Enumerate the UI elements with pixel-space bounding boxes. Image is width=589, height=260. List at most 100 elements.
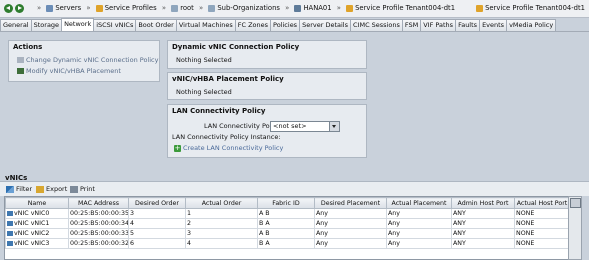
tab-vif-paths[interactable]: VIF Paths	[420, 19, 457, 31]
export-icon	[36, 185, 44, 193]
breadcrumb-hana01[interactable]: HANA01	[294, 4, 332, 12]
tab-iscsi-vnics[interactable]: iSCSI vNICs	[93, 19, 137, 31]
table-cell: A B	[257, 208, 315, 219]
forward-arrow-icon[interactable]	[15, 4, 25, 13]
actions-title: Actions	[13, 43, 43, 51]
service-profile-icon	[476, 4, 484, 12]
placement-icon	[17, 68, 24, 74]
table-cell: NONE	[514, 218, 569, 229]
column-header[interactable]: Desired Order	[128, 197, 186, 209]
table-row[interactable]: vNIC vNIC3 00:25:B5:00:00:32 6 4 B A Any…	[5, 238, 569, 249]
table-cell: Any	[314, 228, 387, 239]
table-row[interactable]: vNIC vNIC1 00:25:B5:00:00:34 4 2 B A Any…	[5, 218, 569, 229]
tab-faults[interactable]: Faults	[455, 19, 481, 31]
tab-virtual-machines[interactable]: Virtual Machines	[175, 19, 236, 31]
tab-storage[interactable]: Storage	[30, 19, 63, 31]
tab-network[interactable]: Network	[61, 18, 95, 31]
table-cell: ANY	[451, 218, 515, 229]
tab-general[interactable]: General	[0, 19, 32, 31]
table-header-row: Name MAC Address Desired Order Actual Or…	[5, 197, 569, 209]
table-cell: vNIC vNIC3	[5, 238, 69, 249]
service-profile-icon	[95, 4, 103, 12]
column-header[interactable]: Actual Order	[185, 197, 258, 209]
table-cell: Any	[386, 228, 452, 239]
table-cell: vNIC vNIC2	[5, 228, 69, 239]
table-cell: 00:25:B5:00:00:33	[68, 228, 129, 239]
table-cell: B A	[257, 218, 315, 229]
column-header[interactable]: Actual Placement	[386, 197, 452, 209]
table-cell: 2	[185, 218, 258, 229]
dynamic-policy-icon	[17, 57, 24, 63]
tab-cimc-sessions[interactable]: CIMC Sessions	[350, 19, 403, 31]
breadcrumb-separator: »	[336, 4, 341, 12]
column-header[interactable]: Fabric ID	[257, 197, 315, 209]
lan-policy-select[interactable]: <not set>	[270, 121, 340, 132]
tab-events[interactable]: Events	[479, 19, 508, 31]
breadcrumb-separator: »	[199, 4, 204, 12]
table-cell: 00:25:B5:00:00:35	[68, 208, 129, 219]
tab-policies[interactable]: Policies	[270, 19, 301, 31]
breadcrumb-servers[interactable]: Servers	[46, 4, 81, 12]
tab-vmedia-policy[interactable]: vMedia Policy	[506, 19, 557, 31]
table-cell: B A	[257, 238, 315, 249]
filter-icon	[6, 185, 14, 193]
tab-boot-order[interactable]: Boot Order	[135, 19, 177, 31]
table-cell: Any	[386, 238, 452, 249]
profile-title: Service Profile Tenant004-dt1	[476, 4, 585, 12]
org-icon	[208, 4, 216, 12]
tab-fc-zones[interactable]: FC Zones	[234, 19, 272, 31]
column-header[interactable]: MAC Address	[68, 197, 129, 209]
modify-placement-action[interactable]: Modify vNIC/vHBA Placement	[17, 67, 121, 75]
column-header[interactable]: Admin Host Port	[451, 197, 515, 209]
table-cell: vNIC vNIC1	[5, 218, 69, 229]
table-cell: NONE	[514, 228, 569, 239]
filter-button[interactable]: Filter	[6, 185, 32, 193]
vnic-icon	[7, 220, 13, 226]
lan-connectivity-panel: LAN Connectivity Policy LAN Connectivity…	[167, 104, 367, 158]
breadcrumb-service-profiles[interactable]: Service Profiles	[95, 4, 157, 12]
placement-policy-value: Nothing Selected	[176, 88, 232, 96]
lan-policy-title: LAN Connectivity Policy	[172, 107, 266, 115]
lan-policy-selected-value: <not set>	[273, 122, 307, 130]
service-profile-icon	[346, 4, 354, 12]
table-cell: ANY	[451, 228, 515, 239]
back-arrow-icon[interactable]	[4, 4, 13, 13]
vnic-icon	[7, 230, 13, 236]
table-cell: A B	[257, 228, 315, 239]
table-cell: 6	[128, 238, 186, 249]
vertical-scrollbar[interactable]	[568, 196, 582, 260]
create-lan-policy-link[interactable]: + Create LAN Connectivity Policy	[174, 144, 283, 152]
tab-bar: General Storage Network iSCSI vNICs Boot Ord…	[0, 18, 589, 31]
table-cell: 4	[185, 238, 258, 249]
export-button[interactable]: Export	[36, 185, 67, 193]
column-header[interactable]: Actual Host Port	[514, 197, 569, 209]
placement-policy-panel: vNIC/vHBA Placement Policy Nothing Selec…	[167, 72, 367, 100]
table-cell: 5	[128, 228, 186, 239]
change-dynamic-vnic-action[interactable]: Change Dynamic vNIC Connection Policy	[17, 56, 158, 64]
tab-fsm[interactable]: FSM	[401, 19, 422, 31]
column-header[interactable]: Name	[5, 197, 69, 209]
breadcrumb-separator: »	[37, 4, 42, 12]
lan-policy-instance-label: LAN Connectivity Policy Instance:	[172, 133, 281, 141]
table-row[interactable]: vNIC vNIC2 00:25:B5:00:00:33 5 3 A B Any…	[5, 228, 569, 239]
breadcrumb-sub-organizations[interactable]: Sub-Organizations	[208, 4, 280, 12]
column-header[interactable]: Desired Placement	[314, 197, 387, 209]
breadcrumb-bar: » Servers » Service Profiles » root » Su…	[0, 0, 589, 18]
print-button[interactable]: Print	[70, 185, 95, 193]
chevron-down-icon[interactable]	[329, 122, 339, 131]
table-cell: NONE	[514, 238, 569, 249]
tab-server-details[interactable]: Server Details	[299, 19, 351, 31]
breadcrumb-service-profile[interactable]: Service Profile Tenant004-dt1	[346, 4, 455, 12]
breadcrumb-root[interactable]: root	[171, 4, 194, 12]
table-row[interactable]: vNIC vNIC0 00:25:B5:00:00:35 3 1 A B Any…	[5, 208, 569, 219]
table-cell: 00:25:B5:00:00:34	[68, 218, 129, 229]
table-cell: Any	[314, 208, 387, 219]
table-cell: Any	[314, 238, 387, 249]
org-icon	[294, 4, 302, 12]
table-cell: vNIC vNIC0	[5, 208, 69, 219]
breadcrumb-separator: »	[285, 4, 290, 12]
table-cell: Any	[386, 218, 452, 229]
table-cell: Any	[386, 208, 452, 219]
column-chooser-icon[interactable]	[570, 198, 581, 208]
table-cell: 00:25:B5:00:00:32	[68, 238, 129, 249]
